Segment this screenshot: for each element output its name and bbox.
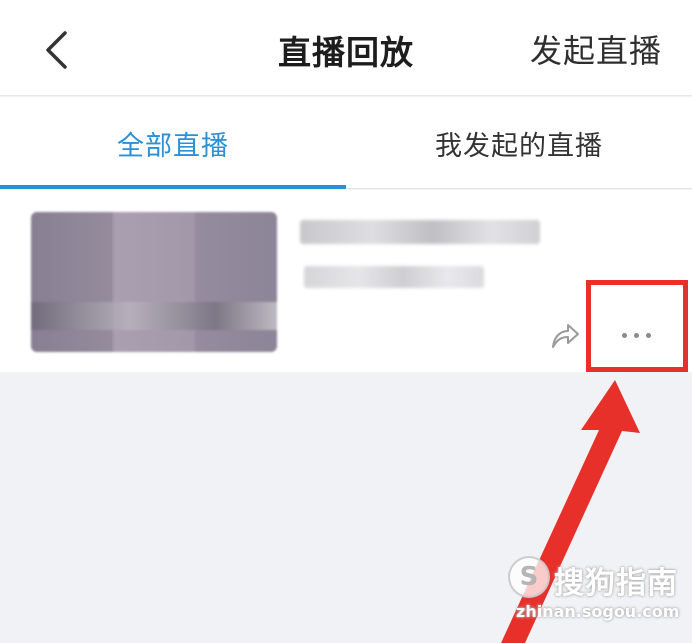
sogou-watermark: S 搜狗指南 zhinan.sogou.com: [508, 556, 688, 636]
watermark-name: 搜狗指南: [554, 566, 678, 601]
annotation-arrow-icon: [501, 380, 640, 643]
sogou-logo-icon: S: [508, 556, 550, 598]
watermark-url: zhinan.sogou.com: [516, 602, 680, 621]
